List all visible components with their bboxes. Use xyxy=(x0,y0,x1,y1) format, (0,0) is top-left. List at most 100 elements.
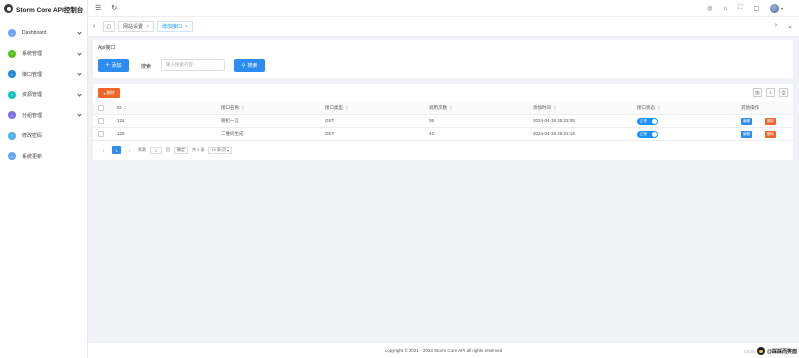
add-button-label: 添加 xyxy=(111,63,122,69)
column-header-status[interactable]: 接口状态 ⇕ xyxy=(637,102,660,114)
tab-home[interactable]: ▢ xyxy=(103,21,115,32)
system-icon: ▪ xyxy=(8,49,16,58)
batch-delete-button[interactable]: ▾ 删除 xyxy=(98,88,120,98)
top-header: ☰ ↻ ◎ ⌂ ⛶ ▢ ▾ xyxy=(88,0,799,17)
delete-button-label: 删除 xyxy=(106,90,115,95)
column-header-calls[interactable]: 调用次数 ⇕ xyxy=(429,102,452,114)
column-header-type[interactable]: 接口类型 ⇕ xyxy=(325,102,348,114)
menu-toggle-icon[interactable]: ☰ xyxy=(95,4,101,12)
print-icon[interactable]: ⎙ xyxy=(779,88,788,97)
chevron-down-icon[interactable]: ▾ xyxy=(781,6,783,11)
add-button[interactable]: + 添加 xyxy=(98,59,129,72)
pagination: ‹ 1 › 到第 1 页 确定 共 2 条 10 条/页 ▾ xyxy=(99,146,233,154)
search-button[interactable]: ⚲ 搜索 xyxy=(234,59,265,72)
chevron-left-icon[interactable]: ‹ xyxy=(88,23,100,30)
cell-id: 124 xyxy=(117,118,125,123)
search-icon: ⚲ xyxy=(241,62,246,69)
search-input[interactable]: 输入搜索内容 xyxy=(161,59,225,71)
page-unit-label: 页 xyxy=(166,147,170,152)
sidebar-item-label: 修改密码 xyxy=(22,133,43,140)
sidebar-item-label: 接口管理 xyxy=(22,71,43,78)
watermark-name: @踩踩而笑面 xyxy=(767,348,797,355)
watermark-avatar xyxy=(757,347,766,355)
sidebar-menu: ▪ Dashboard ▪ 系统管理 ▪ 接口管理 ▪ 资源管理 ▪ 分组管理 … xyxy=(0,23,87,167)
edit-button[interactable]: 编辑 xyxy=(741,131,752,138)
tab-site-settings[interactable]: 网站设置 × xyxy=(118,21,154,32)
status-toggle[interactable]: 正常 xyxy=(637,130,658,138)
column-header-added[interactable]: 添加时间 ⇕ xyxy=(533,102,556,114)
refresh-icon[interactable]: ↻ xyxy=(111,4,117,12)
chevron-down-icon xyxy=(77,30,82,35)
row-checkbox[interactable] xyxy=(98,118,104,124)
close-icon[interactable]: × xyxy=(185,24,188,30)
status-toggle[interactable]: 正常 xyxy=(637,117,658,125)
avatar[interactable] xyxy=(769,4,779,13)
sidebar-item-label: Dashboard xyxy=(22,30,47,37)
resource-icon: ▪ xyxy=(8,90,16,99)
select-all-checkbox[interactable] xyxy=(98,105,104,111)
page-size-value: 10 条/页 xyxy=(211,147,227,152)
sidebar-item-label: 资源管理 xyxy=(22,92,43,99)
tag-icon[interactable]: ⌂ xyxy=(723,6,727,12)
api-table-card: ▾ 删除 ▥ ⇩ ⎙ ID ⇕ 接口名称 ⇕ 接口类型 ⇕ 调用次数 ⇕ 添加时间 ⇕ 接… xyxy=(93,84,793,160)
update-icon: ▪ xyxy=(8,152,16,161)
chevron-down-icon xyxy=(77,91,82,97)
page-size-select[interactable]: 10 条/页 ▾ xyxy=(208,146,233,154)
columns-icon[interactable]: ▥ xyxy=(753,88,762,97)
cell-id: 125 xyxy=(117,131,125,136)
sidebar-item-label: 系统管理 xyxy=(22,51,43,58)
page-title: Api接口 xyxy=(98,45,116,51)
close-icon[interactable]: × xyxy=(146,24,149,30)
cell-added: 2024-04-19 25:22:14 xyxy=(533,131,575,136)
sidebar: Storm Core API控制台 ▪ Dashboard ▪ 系统管理 ▪ 接… xyxy=(0,0,88,358)
goto-page-input[interactable]: 1 xyxy=(150,146,162,154)
delete-button[interactable]: 删除 xyxy=(765,118,776,125)
sidebar-item-api[interactable]: ▪ 接口管理 xyxy=(0,64,87,85)
search-button-label: 搜索 xyxy=(247,63,258,69)
api-table: ID ⇕ 接口名称 ⇕ 接口类型 ⇕ 调用次数 ⇕ 添加时间 ⇕ 接口状态 ⇕ 其他操作 1… xyxy=(93,102,793,141)
tabs-bar: ‹ ▢ 网站设置 × 增加接口 × › ⌄ xyxy=(88,17,799,37)
next-page-button[interactable]: › xyxy=(125,146,134,154)
sidebar-item-system[interactable]: ▪ 系统管理 xyxy=(0,44,87,65)
column-header-id[interactable]: ID ⇕ xyxy=(117,102,127,114)
table-tools: ▥ ⇩ ⎙ xyxy=(753,88,788,97)
api-toolbar-card: Api接口 + 添加 搜索 输入搜索内容 ⚲ 搜索 xyxy=(93,40,793,78)
group-icon: ▪ xyxy=(8,111,16,120)
column-header-name[interactable]: 接口名称 ⇕ xyxy=(221,102,244,114)
sidebar-item-update[interactable]: ▪ 系统更新 xyxy=(0,146,87,167)
lock-icon[interactable]: ▢ xyxy=(753,5,759,12)
chevron-down-icon xyxy=(77,112,82,117)
sidebar-item-dashboard[interactable]: ▪ Dashboard xyxy=(0,23,87,44)
prev-page-button[interactable]: ‹ xyxy=(99,146,108,154)
chevron-right-icon[interactable]: › xyxy=(775,22,777,30)
github-icon[interactable]: ◎ xyxy=(707,5,712,12)
goto-confirm-button[interactable]: 确定 xyxy=(174,146,188,154)
api-icon: ▪ xyxy=(8,70,16,79)
plus-icon: + xyxy=(105,62,110,69)
footer: copyright © 2021 - 2023 Storm Core API a… xyxy=(88,343,799,358)
goto-label: 到第 xyxy=(138,147,146,152)
sidebar-item-label: 分组管理 xyxy=(22,112,43,119)
delete-button[interactable]: 删除 xyxy=(765,131,776,138)
watermark: CSDN @踩踩而笑面 xyxy=(744,347,797,355)
key-icon: ▪ xyxy=(8,131,16,140)
home-icon: ▢ xyxy=(106,23,112,30)
export-icon[interactable]: ⇩ xyxy=(766,88,775,97)
tab-label: 网站设置 xyxy=(123,24,144,30)
chevron-down-icon[interactable]: ⌄ xyxy=(787,22,793,30)
search-label: 搜索 xyxy=(141,64,152,70)
sidebar-item-groups[interactable]: ▪ 分组管理 xyxy=(0,105,87,126)
cell-type: GET xyxy=(325,118,335,123)
chevron-down-icon xyxy=(77,50,82,56)
tab-add-api[interactable]: 增加接口 × xyxy=(156,21,193,32)
page-number-button[interactable]: 1 xyxy=(112,146,121,154)
sidebar-item-password[interactable]: ▪ 修改密码 xyxy=(0,126,87,147)
app-title: Storm Core API控制台 xyxy=(16,6,84,14)
table-header-row: ID ⇕ 接口名称 ⇕ 接口类型 ⇕ 调用次数 ⇕ 添加时间 ⇕ 接口状态 ⇕ 其他操作 xyxy=(93,102,793,115)
row-checkbox[interactable] xyxy=(98,131,104,137)
fullscreen-icon[interactable]: ⛶ xyxy=(738,5,742,12)
edit-button[interactable]: 编辑 xyxy=(741,118,752,125)
brand[interactable]: Storm Core API控制台 xyxy=(0,0,87,17)
sidebar-item-resources[interactable]: ▪ 资源管理 xyxy=(0,85,87,106)
app-logo xyxy=(4,4,13,13)
